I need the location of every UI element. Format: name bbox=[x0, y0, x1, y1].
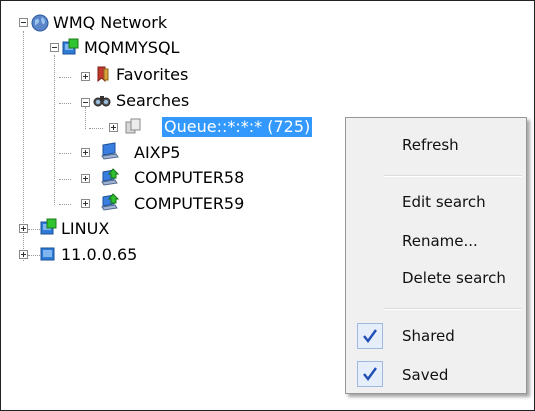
menu-item-saved[interactable]: Saved bbox=[402, 366, 448, 384]
queue-icon bbox=[125, 118, 141, 134]
menu-item-shared[interactable]: Shared bbox=[402, 327, 455, 345]
globe-icon bbox=[31, 14, 49, 32]
tree-connector bbox=[59, 77, 71, 78]
tree-panel: WMQ Network MQMMYSQL Favorites Searches bbox=[0, 0, 535, 411]
expand-toggle[interactable] bbox=[81, 174, 90, 183]
expand-toggle[interactable] bbox=[19, 250, 28, 259]
shared-check bbox=[357, 323, 383, 349]
menu-item-refresh[interactable]: Refresh bbox=[402, 136, 459, 154]
expand-toggle[interactable] bbox=[109, 123, 118, 132]
computer-connected-icon bbox=[101, 193, 119, 211]
checkmark-icon bbox=[363, 329, 377, 343]
tree-item-queue-search[interactable]: Queue::*:*:* (725) bbox=[162, 117, 313, 137]
tree-item-favorites[interactable]: Favorites bbox=[116, 65, 188, 85]
tree-item-computer59[interactable]: COMPUTER59 bbox=[134, 194, 244, 214]
tree-item-ip[interactable]: 11.0.0.65 bbox=[61, 245, 137, 265]
computer-icon bbox=[101, 142, 119, 160]
expand-toggle[interactable] bbox=[19, 224, 28, 233]
tree-connector bbox=[59, 103, 71, 104]
server-icon bbox=[62, 38, 79, 55]
menu-item-rename[interactable]: Rename... bbox=[402, 232, 478, 250]
expand-toggle[interactable] bbox=[81, 199, 90, 208]
collapse-toggle[interactable] bbox=[50, 43, 59, 52]
server-icon bbox=[40, 247, 55, 261]
binoculars-icon bbox=[93, 96, 111, 107]
collapse-toggle[interactable] bbox=[81, 98, 90, 107]
tree-connector bbox=[59, 153, 71, 154]
server-icon bbox=[40, 218, 57, 235]
tree-item-aixp5[interactable]: AIXP5 bbox=[134, 143, 180, 163]
menu-item-delete-search[interactable]: Delete search bbox=[402, 269, 506, 287]
menu-separator bbox=[384, 308, 522, 310]
tree-connector bbox=[85, 107, 86, 129]
expand-toggle[interactable] bbox=[81, 72, 90, 81]
menu-separator bbox=[384, 175, 522, 177]
tree-connector bbox=[59, 179, 71, 180]
tree-item-linux[interactable]: LINUX bbox=[61, 219, 109, 239]
checkmark-icon bbox=[363, 367, 377, 381]
expand-toggle[interactable] bbox=[81, 148, 90, 157]
computer-connected-icon bbox=[101, 168, 119, 186]
tree-connector bbox=[54, 55, 55, 205]
collapse-toggle[interactable] bbox=[19, 18, 28, 27]
saved-check bbox=[357, 361, 383, 387]
tree-item-searches[interactable]: Searches bbox=[116, 91, 189, 111]
tree-connector bbox=[89, 128, 103, 129]
tree-item-computer58[interactable]: COMPUTER58 bbox=[134, 168, 244, 188]
menu-item-edit-search[interactable]: Edit search bbox=[402, 193, 486, 211]
tree-connector bbox=[59, 204, 71, 205]
favorites-icon bbox=[97, 66, 109, 83]
tree-item-wmq-network[interactable]: WMQ Network bbox=[53, 13, 167, 33]
context-menu: Refresh Edit search Rename... Delete sea… bbox=[345, 117, 527, 394]
tree-item-mqmmysql[interactable]: MQMMYSQL bbox=[84, 38, 179, 58]
